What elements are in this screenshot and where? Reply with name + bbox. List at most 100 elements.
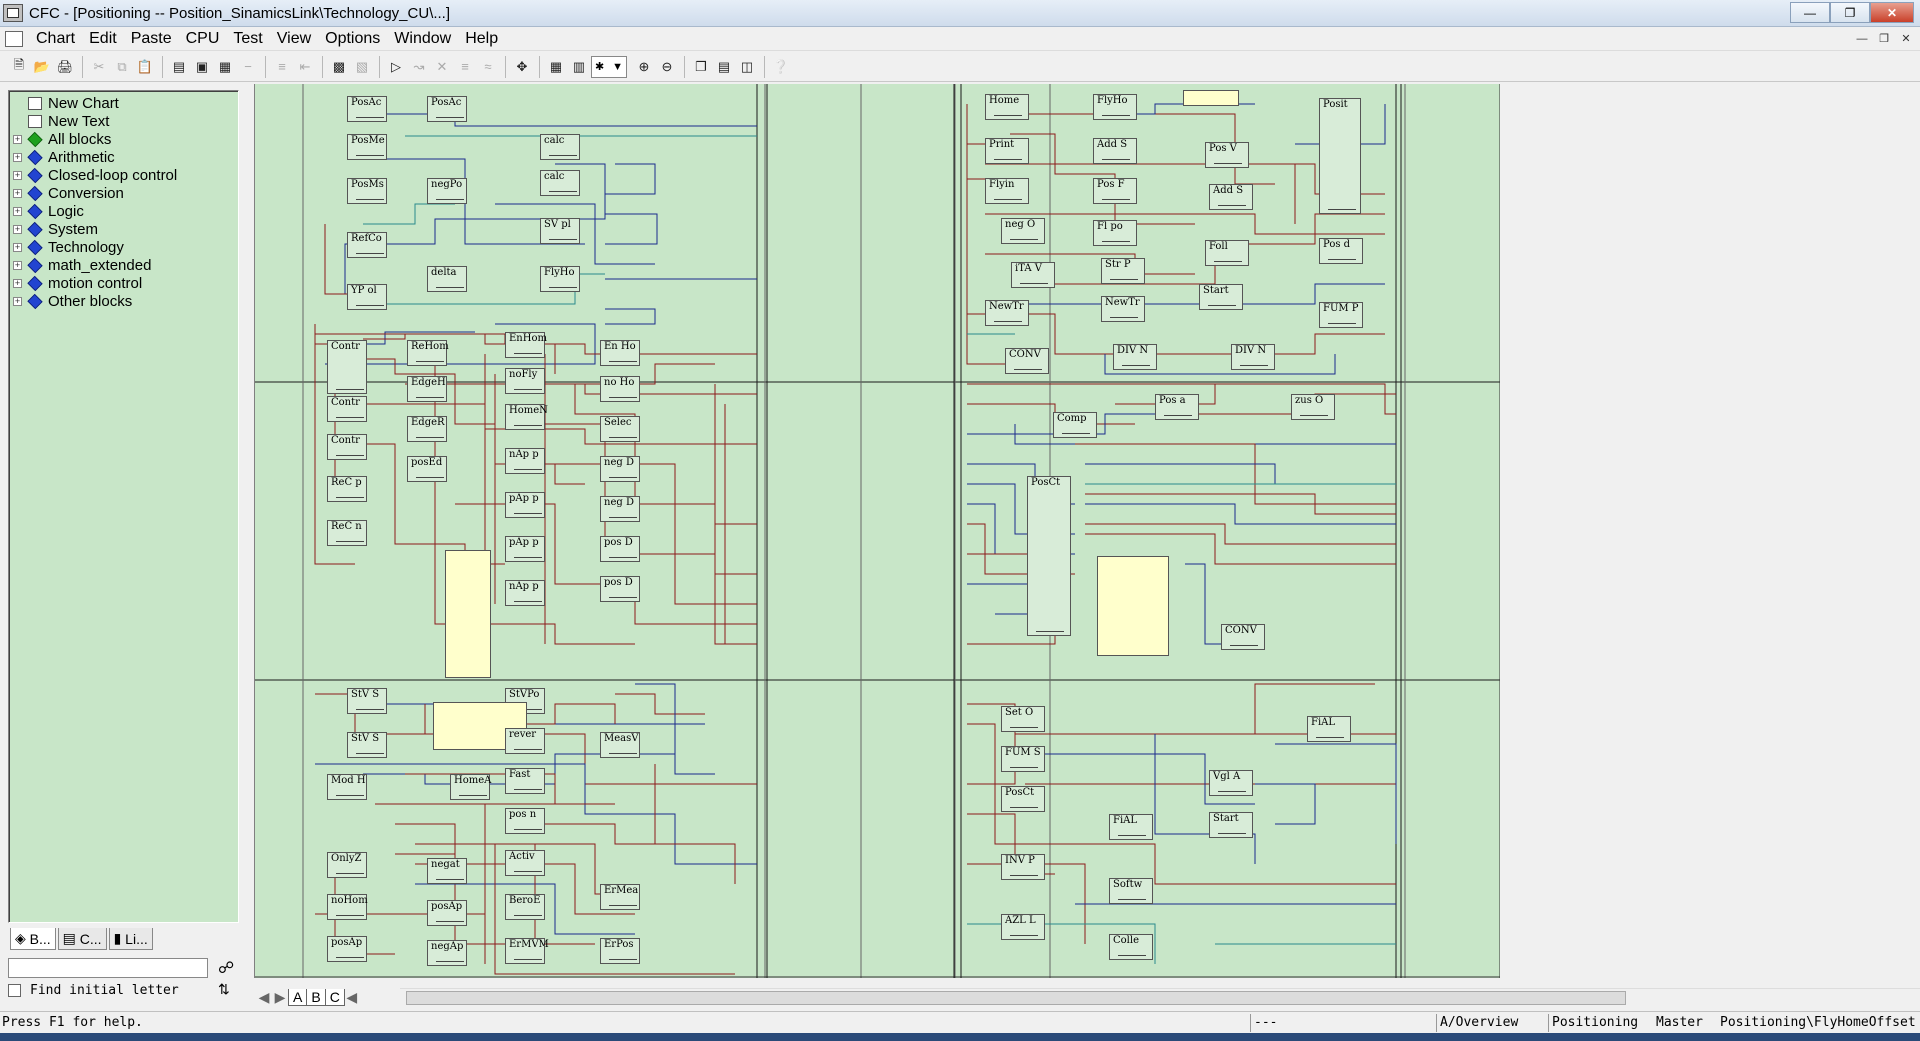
block[interactable]: FlyHo xyxy=(1093,94,1137,120)
tree-item-new-text[interactable]: New Text xyxy=(13,111,109,131)
block[interactable]: pAp p xyxy=(505,536,545,562)
block[interactable]: PosCt xyxy=(1001,786,1045,812)
context-help-icon[interactable]: ❔ xyxy=(770,56,792,78)
block[interactable]: ErPos xyxy=(600,938,640,964)
find-input[interactable] xyxy=(8,958,208,978)
block[interactable]: PosAc xyxy=(347,96,387,122)
compile-icon[interactable]: ▩ xyxy=(328,56,350,78)
block-icon[interactable]: ▣ xyxy=(191,56,213,78)
delete-connection-icon[interactable]: ⇤ xyxy=(294,56,316,78)
block[interactable]: Colle xyxy=(1109,934,1153,960)
block[interactable]: ReC p xyxy=(327,476,367,502)
block[interactable]: FlyHo xyxy=(540,266,580,292)
tree-item-system[interactable]: + System xyxy=(13,219,98,239)
block[interactable]: calc xyxy=(540,134,580,160)
sheet-icon[interactable]: ▦ xyxy=(214,56,236,78)
tab-sheet-b[interactable]: B xyxy=(306,988,326,1006)
watch-on-icon[interactable]: ↝ xyxy=(408,56,430,78)
document-icon[interactable] xyxy=(5,30,23,47)
block[interactable]: negPo xyxy=(427,178,467,204)
block[interactable]: delta xyxy=(427,266,467,292)
expand-icon[interactable]: + xyxy=(13,260,22,270)
close-button[interactable]: ✕ xyxy=(1870,2,1914,23)
block[interactable]: Str P xyxy=(1101,258,1145,284)
block[interactable]: Contr xyxy=(327,434,367,460)
tab-sheet-c[interactable]: C xyxy=(324,988,345,1006)
overview-icon[interactable]: ✥ xyxy=(511,56,533,78)
block[interactable]: noHom xyxy=(327,894,368,920)
block[interactable]: Start xyxy=(1209,812,1253,838)
block[interactable]: neg D xyxy=(600,456,640,482)
block[interactable]: Contr xyxy=(327,340,367,394)
menu-paste[interactable]: Paste xyxy=(124,30,179,48)
trend-icon[interactable]: ≈ xyxy=(477,56,499,78)
block[interactable]: Print xyxy=(985,138,1029,164)
expand-icon[interactable]: + xyxy=(13,296,22,306)
block[interactable]: FiAL xyxy=(1109,814,1153,840)
tree-item-motion-control[interactable]: + motion control xyxy=(13,273,142,293)
zoom-out-icon[interactable]: ⊖ xyxy=(656,56,678,78)
block[interactable]: StV S xyxy=(347,732,387,758)
tree-item-closed-loop-control[interactable]: + Closed-loop control xyxy=(13,165,177,185)
menu-chart[interactable]: Chart xyxy=(29,30,82,48)
tree-item-other-blocks[interactable]: + Other blocks xyxy=(13,291,132,311)
block[interactable]: HomeA xyxy=(450,774,491,800)
block[interactable]: StV S xyxy=(347,688,387,714)
block[interactable]: Selec xyxy=(600,416,640,442)
checkbox-box[interactable] xyxy=(8,984,21,997)
block[interactable]: calc xyxy=(540,170,580,196)
tree-item-all-blocks[interactable]: + All blocks xyxy=(13,129,111,149)
table-icon[interactable]: ▥ xyxy=(568,56,590,78)
block[interactable]: ErMVM xyxy=(505,938,549,964)
tab-blocks[interactable]: ◈ B... xyxy=(10,928,56,950)
block[interactable]: neg O xyxy=(1001,218,1045,244)
block[interactable]: Add S xyxy=(1093,138,1137,164)
comment-box[interactable] xyxy=(1183,90,1239,106)
menu-view[interactable]: View xyxy=(270,30,318,48)
block[interactable]: zus O xyxy=(1291,394,1335,420)
comment-box[interactable] xyxy=(1097,556,1169,656)
tree-item-new-chart[interactable]: New Chart xyxy=(13,93,119,113)
download-icon[interactable]: ▧ xyxy=(351,56,373,78)
block[interactable]: HomeN xyxy=(505,404,548,430)
block[interactable]: Pos F xyxy=(1093,178,1137,204)
block[interactable]: negAp xyxy=(427,940,467,966)
expand-icon[interactable]: + xyxy=(13,278,22,288)
menu-edit[interactable]: Edit xyxy=(82,30,124,48)
restore-button[interactable]: ❐ xyxy=(1830,2,1870,23)
comment-box[interactable] xyxy=(445,550,491,678)
tree-item-arithmetic[interactable]: + Arithmetic xyxy=(13,147,115,167)
block[interactable]: OnlyZ xyxy=(327,852,367,878)
block[interactable]: DIV N xyxy=(1231,344,1275,370)
block[interactable]: rever xyxy=(505,728,545,754)
block[interactable]: En Ho xyxy=(600,340,640,366)
expand-icon[interactable]: + xyxy=(13,170,22,180)
block[interactable]: Flyin xyxy=(985,178,1029,204)
block[interactable]: Vgl A xyxy=(1209,770,1253,796)
zoom-dropdown[interactable]: ✱ ▼ xyxy=(591,55,627,78)
copy-icon[interactable]: ⧉ xyxy=(111,56,133,78)
minimize-button[interactable]: — xyxy=(1790,2,1830,23)
tree-item-logic[interactable]: + Logic xyxy=(13,201,84,221)
block[interactable]: EdgeR xyxy=(407,416,447,442)
expand-icon[interactable]: + xyxy=(13,134,22,144)
block[interactable]: PosCt xyxy=(1027,476,1071,636)
menu-window[interactable]: Window xyxy=(387,30,458,48)
block[interactable]: posAp xyxy=(327,936,367,962)
sort-icon[interactable]: ⇅ xyxy=(218,981,230,998)
block[interactable]: Posit xyxy=(1319,98,1361,214)
block[interactable]: FiAL xyxy=(1307,716,1351,742)
block[interactable]: Pos a xyxy=(1155,394,1199,420)
chart-canvas[interactable]: PosAc PosAc PosMe calc calc PosMs negPo … xyxy=(254,84,1500,978)
menu-options[interactable]: Options xyxy=(318,30,387,48)
block[interactable]: noFly xyxy=(505,368,545,394)
block[interactable]: EdgeH xyxy=(407,376,447,402)
binoculars-icon[interactable]: ☍ xyxy=(218,958,234,978)
block[interactable]: nAp p xyxy=(505,580,545,606)
tab-libraries[interactable]: ▮ Li... xyxy=(108,928,153,950)
block[interactable]: ReHom xyxy=(407,340,449,366)
expand-icon[interactable]: + xyxy=(13,206,22,216)
block[interactable]: CONV xyxy=(1005,348,1049,374)
scrollbar-thumb[interactable] xyxy=(406,991,1626,1005)
block[interactable]: BeroE xyxy=(505,894,545,920)
